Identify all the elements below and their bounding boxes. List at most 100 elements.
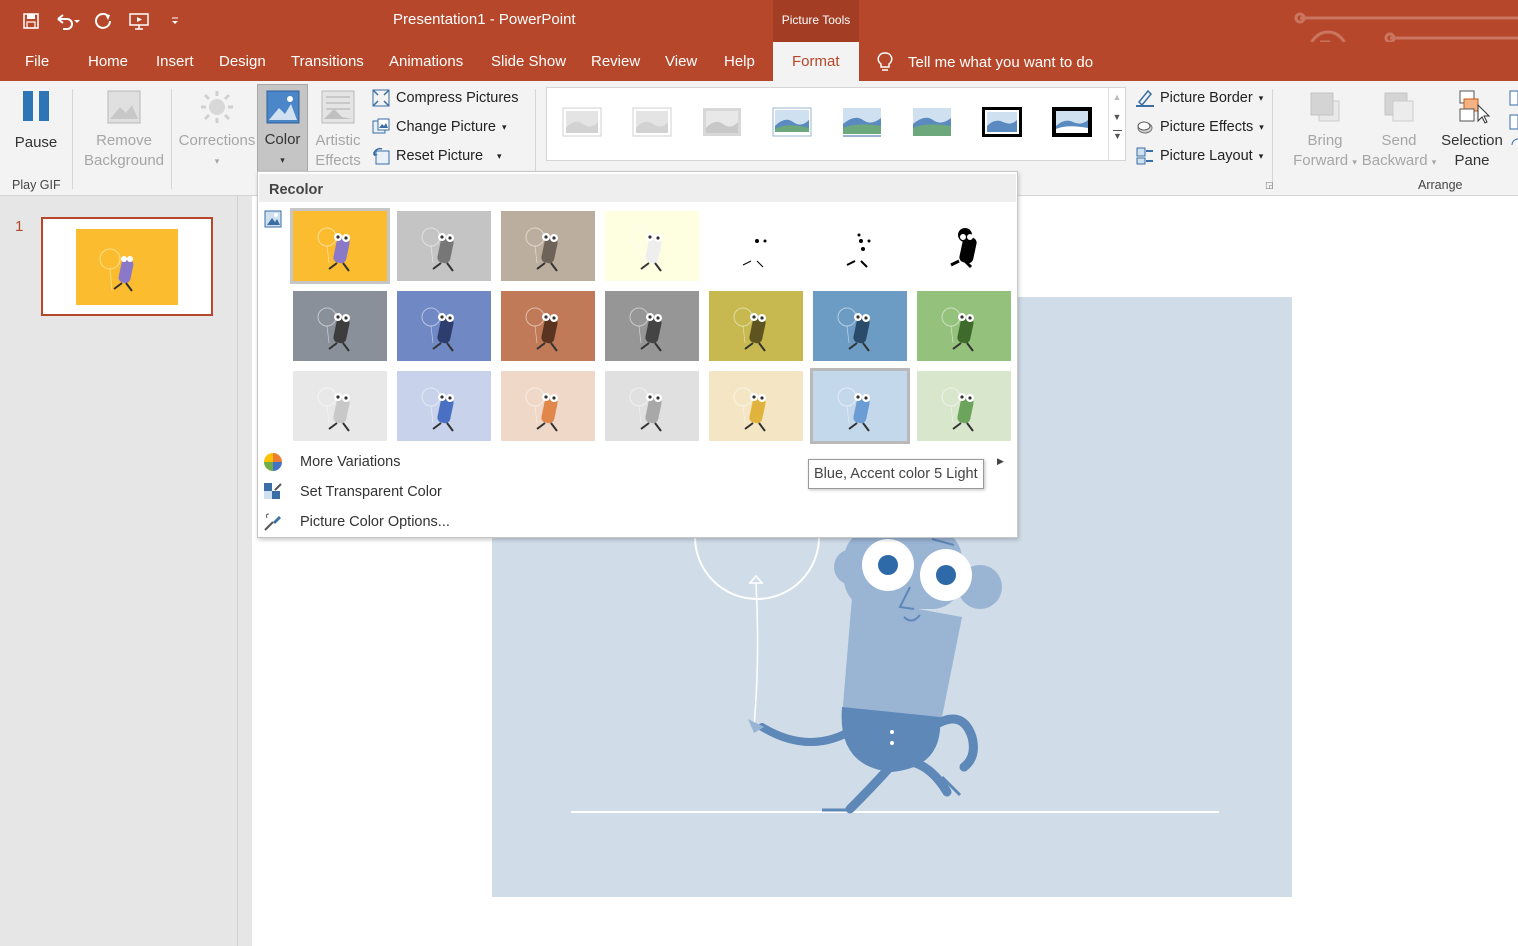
quick-access-toolbar — [18, 8, 188, 34]
recolor-swatch[interactable] — [813, 211, 907, 281]
send-backward-button[interactable]: Send Backward ▾ — [1360, 89, 1438, 172]
scroll-down-icon[interactable]: ▼ — [1109, 112, 1125, 122]
selection-pane-line1: Selection — [1441, 132, 1503, 149]
recolor-swatch[interactable] — [397, 291, 491, 361]
dialog-launcher-icon[interactable]: ◲ — [1265, 180, 1274, 191]
undo-icon[interactable] — [54, 8, 80, 34]
scroll-up-icon[interactable]: ▲ — [1109, 92, 1125, 102]
pause-icon — [23, 91, 49, 121]
pause-button[interactable]: Pause — [10, 89, 62, 153]
recolor-swatch[interactable] — [917, 211, 1011, 281]
document-title: Presentation1 - PowerPoint — [393, 11, 576, 28]
tell-me-box[interactable]: Tell me what you want to do — [876, 51, 1093, 73]
recolor-swatch[interactable] — [917, 291, 1011, 361]
gallery-more-icon[interactable]: ▼ — [1113, 130, 1122, 141]
submenu-arrow-icon: ▶ — [997, 456, 1004, 466]
style-thumb-icon[interactable] — [1051, 106, 1093, 138]
color-button[interactable]: Color ▾ — [257, 84, 308, 173]
recolor-swatch[interactable] — [293, 291, 387, 361]
align-icon[interactable] — [1508, 89, 1518, 153]
picture-layout-button[interactable]: Picture Layout ▾ — [1136, 147, 1263, 165]
recolor-swatch[interactable] — [501, 371, 595, 441]
tab-view[interactable]: View — [665, 53, 697, 70]
bring-forward-button[interactable]: Bring Forward ▾ — [1290, 89, 1360, 172]
picture-styles-gallery[interactable]: ▲ ▼ ▼ — [546, 87, 1126, 161]
remove-background-button[interactable]: Remove Background — [80, 89, 168, 171]
tab-transitions[interactable]: Transitions — [291, 53, 364, 70]
arrange-group-label: Arrange — [1418, 178, 1463, 192]
recolor-swatch[interactable] — [813, 291, 907, 361]
style-thumb-icon[interactable] — [981, 106, 1023, 138]
style-thumb-icon[interactable] — [771, 106, 813, 138]
recolor-swatch[interactable] — [917, 371, 1011, 441]
recolor-swatch[interactable] — [290, 208, 390, 284]
save-icon[interactable] — [18, 8, 44, 34]
recolor-picture-icon — [264, 210, 282, 228]
picture-layout-icon — [1136, 147, 1153, 165]
recolor-swatch[interactable] — [605, 291, 699, 361]
artistic-line2: Effects — [315, 152, 361, 169]
picture-layout-label: Picture Layout — [1160, 148, 1253, 164]
picture-effects-label: Picture Effects — [1160, 119, 1254, 135]
present-icon[interactable] — [126, 8, 152, 34]
remove-background-icon — [107, 90, 141, 124]
selection-pane-button[interactable]: Selection Pane — [1436, 89, 1508, 171]
tab-home[interactable]: Home — [88, 53, 128, 70]
recolor-swatch[interactable] — [709, 291, 803, 361]
recolor-swatch[interactable] — [397, 211, 491, 281]
bring-forward-line2: Forward — [1293, 152, 1349, 169]
selection-pane-icon — [1459, 90, 1491, 124]
remove-bg-line1: Remove — [96, 132, 152, 149]
reset-picture-icon — [373, 147, 390, 165]
recolor-swatch[interactable] — [501, 291, 595, 361]
send-backward-line2: Backward — [1361, 152, 1428, 169]
picture-effects-button[interactable]: Picture Effects ▾ — [1136, 118, 1264, 136]
reset-picture-button[interactable]: Reset Picture ▾ — [372, 147, 502, 165]
tab-review[interactable]: Review — [591, 53, 640, 70]
recolor-swatch[interactable] — [293, 371, 387, 441]
recolor-swatch[interactable] — [605, 211, 699, 281]
style-thumb-icon[interactable] — [631, 106, 673, 138]
picture-border-label: Picture Border — [1160, 90, 1253, 106]
corrections-label: Corrections — [178, 132, 256, 149]
picture-border-button[interactable]: Picture Border ▾ — [1136, 89, 1263, 107]
artistic-effects-button[interactable]: Artistic Effects — [310, 89, 366, 171]
redo-icon[interactable] — [90, 8, 116, 34]
compress-pictures-button[interactable]: Compress Pictures — [372, 89, 518, 107]
style-thumb-icon[interactable] — [561, 106, 603, 138]
artistic-effects-icon — [321, 90, 355, 124]
recolor-swatch[interactable] — [397, 371, 491, 441]
artistic-line1: Artistic — [315, 132, 361, 149]
change-picture-button[interactable]: Change Picture ▾ — [372, 118, 506, 136]
reset-picture-label: Reset Picture — [396, 148, 484, 164]
ribbon-tabs: File Home Insert Design Transitions Anim… — [0, 42, 1518, 81]
recolor-swatch[interactable] — [501, 211, 595, 281]
tab-help[interactable]: Help — [724, 53, 755, 70]
tell-me-text: Tell me what you want to do — [908, 53, 1094, 71]
tab-file[interactable]: File — [25, 53, 49, 70]
slides-pane: 1 — [0, 196, 238, 946]
color-icon — [266, 90, 299, 124]
tab-animations[interactable]: Animations — [389, 53, 463, 70]
corrections-button[interactable]: Corrections ▾ — [176, 89, 258, 171]
gallery-scrollbar[interactable]: ▲ ▼ ▼ — [1108, 88, 1125, 160]
tab-slide-show[interactable]: Slide Show — [491, 53, 566, 70]
customize-icon[interactable] — [162, 8, 188, 34]
tab-design[interactable]: Design — [219, 53, 266, 70]
more-variations-item[interactable]: More Variations — [262, 451, 400, 473]
style-thumb-icon[interactable] — [841, 106, 883, 138]
picture-effects-icon — [1137, 121, 1153, 134]
swatch-tooltip: Blue, Accent color 5 Light — [808, 459, 984, 489]
set-transparent-color-item[interactable]: Set Transparent Color — [262, 481, 442, 503]
recolor-swatch[interactable] — [605, 371, 699, 441]
bring-forward-icon — [1310, 92, 1340, 122]
tab-format[interactable]: Format — [773, 42, 859, 81]
style-thumb-icon[interactable] — [911, 106, 953, 138]
picture-color-options-item[interactable]: Picture Color Options... — [262, 511, 450, 533]
recolor-swatch[interactable] — [709, 371, 803, 441]
recolor-swatch[interactable] — [810, 368, 910, 444]
tab-insert[interactable]: Insert — [156, 53, 194, 70]
recolor-swatch[interactable] — [709, 211, 803, 281]
slide-thumbnail[interactable] — [41, 217, 213, 316]
style-thumb-icon[interactable] — [701, 106, 743, 138]
